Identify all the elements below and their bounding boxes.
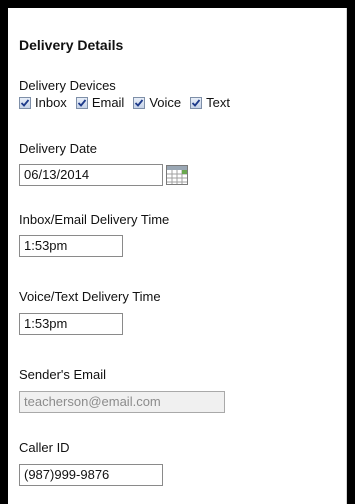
device-email-checkbox[interactable]: Email [75,95,125,110]
device-voice-checkbox[interactable]: Voice [133,95,181,110]
delivery-details-panel: Delivery Details Delivery Devices Inbox … [8,8,347,504]
voice-text-time-input[interactable]: 1:53pm [19,313,123,335]
delivery-devices-group: Inbox Email Voice Text [19,95,230,110]
sender-email-label: Sender's Email [19,367,107,382]
section-title: Delivery Details [19,37,124,53]
voice-text-time-label: Voice/Text Delivery Time [19,289,161,304]
delivery-date-label: Delivery Date [19,141,98,156]
delivery-date-input[interactable]: 06/13/2014 [19,164,163,186]
device-email-label: Email [91,95,125,110]
checkbox-checked-icon [190,96,203,109]
checkbox-checked-icon [19,96,31,109]
inbox-email-time-input[interactable]: 1:53pm [19,235,123,257]
calendar-icon[interactable] [166,165,188,185]
delivery-devices-label: Delivery Devices [19,78,116,93]
sender-email-input: teacherson@email.com [19,391,225,413]
device-voice-label: Voice [149,95,182,110]
checkbox-checked-icon [75,96,88,109]
device-inbox-checkbox[interactable]: Inbox [19,95,67,110]
device-text-checkbox[interactable]: Text [190,95,230,110]
panel-divider [346,8,347,504]
device-text-label: Text [206,95,230,110]
caller-id-label: Caller ID [19,440,70,455]
checkbox-checked-icon [133,96,146,109]
inbox-email-time-label: Inbox/Email Delivery Time [19,212,170,227]
device-inbox-label: Inbox [35,95,67,110]
caller-id-input[interactable]: (987)999-9876 [19,464,163,486]
